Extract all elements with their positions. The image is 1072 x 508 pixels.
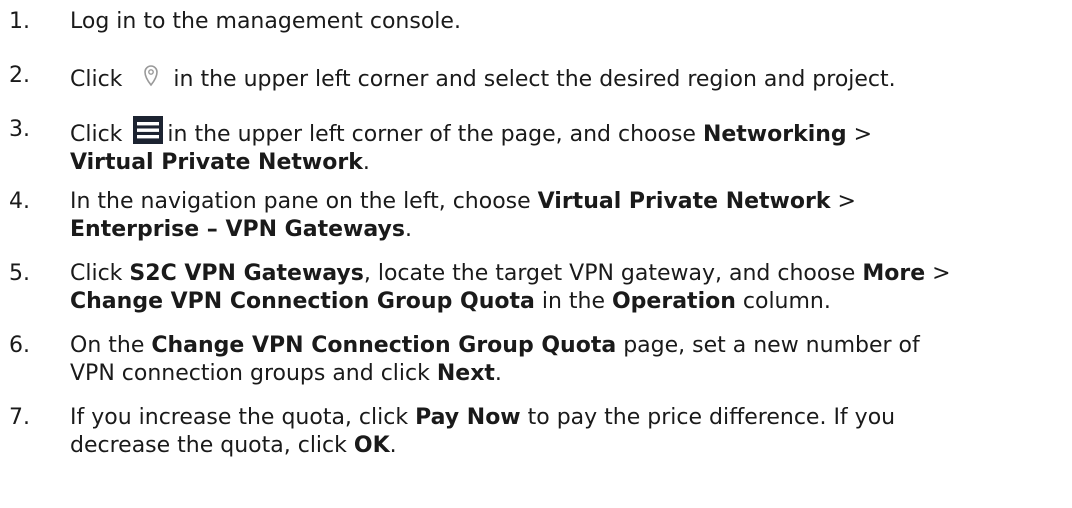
- text-run: in the upper left corner and select the …: [173, 67, 896, 92]
- procedure-steps-list: 1. Log in to the management console. 2. …: [0, 0, 1072, 508]
- menu-icon: [133, 116, 164, 144]
- step-text: If you increase the quota, click Pay Now…: [70, 404, 1070, 460]
- text-run: If you increase the quota, click: [70, 405, 416, 430]
- step-text: Click S2C VPN Gateways, locate the targe…: [70, 260, 1070, 316]
- ui-term: Virtual Private Network: [70, 150, 363, 175]
- ui-term: Virtual Private Network: [537, 189, 831, 214]
- ui-term: Operation: [611, 289, 736, 314]
- text-run: page, set a new number of: [616, 333, 920, 358]
- text-run: decrease the quota, click: [70, 433, 354, 458]
- step-text: Log in to the management console.: [70, 8, 1070, 36]
- text-run: Click: [70, 122, 123, 147]
- text-run: On the: [70, 333, 152, 358]
- ui-term: S2C VPN Gateways: [129, 261, 364, 286]
- step-number: 1.: [9, 9, 30, 34]
- text-run: , locate the target VPN gateway, and cho…: [363, 261, 863, 286]
- text-run: >: [925, 261, 951, 286]
- ui-term: Change VPN Connection Group Quota: [151, 333, 617, 358]
- location-pin-icon: [144, 65, 159, 87]
- step-text: On the Change VPN Connection Group Quota…: [70, 332, 1070, 388]
- text-run: in the upper left corner of the page, an…: [167, 122, 703, 147]
- ui-term: Next: [436, 361, 495, 386]
- step-text: Click in the upper left corner and selec…: [70, 62, 1070, 94]
- ui-term: OK: [353, 433, 390, 458]
- ui-term: More: [862, 261, 926, 286]
- text-run: in the: [534, 289, 612, 314]
- text-run: In the navigation pane on the left, choo…: [70, 189, 538, 214]
- text-run: Click: [70, 67, 123, 92]
- text-run: Click: [70, 261, 130, 286]
- step-text: In the navigation pane on the left, choo…: [70, 188, 1070, 244]
- ui-term: Enterprise – VPN Gateways: [70, 217, 405, 242]
- text-run: .: [404, 217, 412, 242]
- text-run: Log in to the management console.: [70, 9, 461, 34]
- ui-term: Change VPN Connection Group Quota: [70, 289, 535, 314]
- step-number: 3.: [9, 117, 30, 142]
- step-number: 4.: [9, 189, 30, 214]
- text-run: .: [362, 150, 370, 175]
- ui-term: Networking: [702, 122, 847, 147]
- step-number: 7.: [9, 405, 30, 430]
- text-run: >: [846, 122, 873, 147]
- step-number: 5.: [9, 261, 30, 286]
- text-run: .: [494, 361, 502, 386]
- ui-term: Pay Now: [415, 405, 521, 430]
- text-run: to pay the price difference. If you: [520, 405, 896, 430]
- step-number: 2.: [9, 63, 30, 88]
- step-number: 6.: [9, 333, 30, 358]
- text-run: .: [389, 433, 397, 458]
- text-run: column.: [735, 289, 831, 314]
- text-run: VPN connection groups and click: [70, 361, 437, 386]
- step-text: Click in the upper left corner of the pa…: [70, 116, 1070, 177]
- text-run: >: [830, 189, 856, 214]
